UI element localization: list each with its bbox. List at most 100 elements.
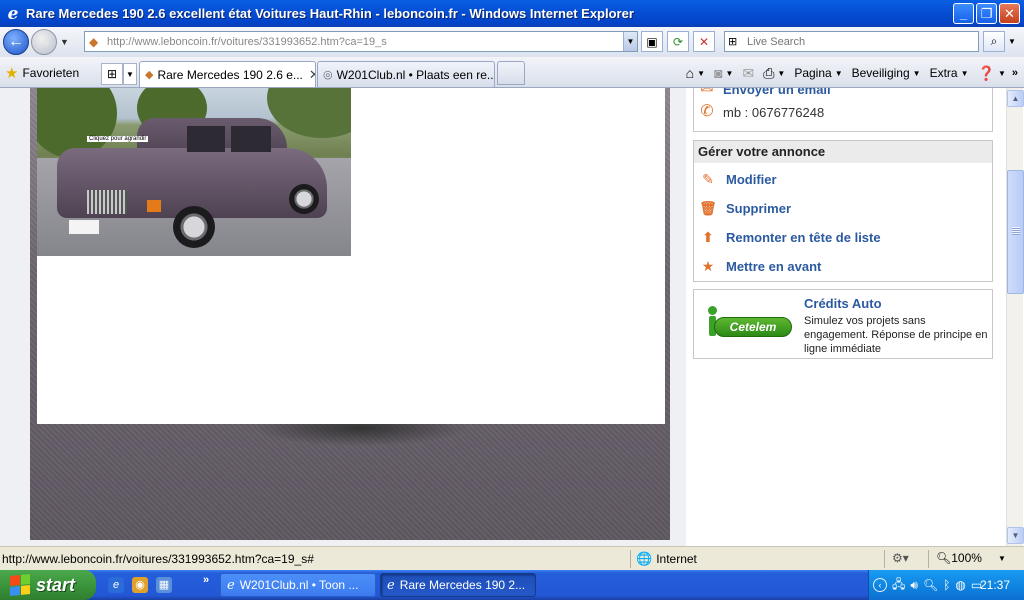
modify-link[interactable]: ✎ Modifier xyxy=(699,170,777,188)
delete-label: Supprimer xyxy=(726,200,792,216)
address-dropdown-button[interactable]: ▼ xyxy=(623,32,637,51)
car-photo[interactable]: Cliquez pour agrandir xyxy=(37,88,351,256)
security-zone[interactable]: 🌐 Internet xyxy=(636,551,697,567)
tab-leboncoin[interactable]: ◆ Rare Mercedes 190 2.6 e... ✕ xyxy=(139,61,316,87)
security-menu-label: Beveiliging xyxy=(851,66,910,80)
close-tab-icon[interactable]: ✕ xyxy=(309,67,315,83)
modify-label: Modifier xyxy=(726,171,777,187)
wheel-shape xyxy=(173,206,215,248)
cetelem-logo-text: Cetelem xyxy=(714,317,792,337)
manage-ad-title: Gérer votre annonce xyxy=(694,141,992,163)
volume-icon[interactable]: 🔊︎ xyxy=(910,578,918,593)
phone-number: ✆ mb : 0676776248 xyxy=(697,102,824,122)
close-button[interactable]: ✕ xyxy=(999,3,1020,24)
compatibility-icon[interactable]: ▣ xyxy=(641,31,663,52)
show-hidden-icons-button[interactable]: ‹ xyxy=(873,578,887,592)
search-icon[interactable]: 🔍︎ xyxy=(923,578,938,592)
network-icon[interactable]: 🖧 xyxy=(892,575,905,596)
history-dropdown-button[interactable]: ▼ xyxy=(60,37,72,47)
bump-to-top-label: Remonter en tête de liste xyxy=(726,229,881,245)
scroll-thumb[interactable] xyxy=(1007,170,1024,294)
live-search-icon: ⊞ xyxy=(728,36,738,48)
scroll-up-button[interactable]: ▲ xyxy=(1007,90,1024,107)
taskbar: start e ◉ ▦ » e W201Club.nl • Toon ... e… xyxy=(0,570,1024,600)
ad-sidebar: ✉ Envoyer un email ✆ mb : 0676776248 Gér… xyxy=(686,88,1006,546)
favorites-label: Favorieten xyxy=(22,66,80,80)
site-favicon-icon: ◆ xyxy=(145,69,154,81)
feeds-button[interactable]: ◙ ▼ xyxy=(714,65,733,81)
tab-label: Rare Mercedes 190 2.6 e... xyxy=(157,67,303,82)
mail-button[interactable]: ✉ xyxy=(742,65,754,82)
taskbar-item-label: Rare Mercedes 190 2... xyxy=(399,578,526,592)
star-icon: ★ xyxy=(701,258,715,274)
tab-w201club[interactable]: ◎ W201Club.nl • Plaats een re... xyxy=(317,61,495,87)
credit-title-link[interactable]: Crédits Auto xyxy=(804,296,882,311)
search-box[interactable]: ⊞ xyxy=(724,31,979,52)
cetelem-logo: Cetelem xyxy=(702,306,794,344)
stop-button[interactable]: ✕ xyxy=(693,31,715,52)
quick-tabs-button[interactable]: ⊞ xyxy=(101,63,123,85)
bluetooth-icon[interactable]: ᛒ xyxy=(943,578,950,592)
command-bar: ⌂ ▼ ◙ ▼ ✉ ⎙ ▼ Pagina ▼ Beveiliging ▼ Extra ▼ ❓… xyxy=(677,63,1018,83)
favorites-button[interactable]: ★ Favorieten xyxy=(5,64,79,82)
bump-to-top-link[interactable]: ⬆ Remonter en tête de liste xyxy=(699,228,881,246)
zone-label: Internet xyxy=(656,552,697,566)
credit-description: Simulez vos projets sans engagement. Rép… xyxy=(804,315,988,355)
quicklaunch-ie-icon[interactable]: e xyxy=(108,577,124,593)
protected-mode-icon[interactable]: ⚙▾ xyxy=(892,551,909,565)
credit-ad-box[interactable]: Cetelem Crédits Auto Simulez vos projets… xyxy=(693,289,993,359)
address-bar[interactable]: ◆ ▼ xyxy=(84,31,638,52)
help-button[interactable]: ❓ ▼ xyxy=(978,65,1006,82)
address-toolbar: ← → ▼ ◆ ▼ ▣ ⟳ ✕ ⊞ ⌕ ▼ xyxy=(0,27,1024,57)
page-menu[interactable]: Pagina ▼ xyxy=(794,66,842,80)
zoom-dropdown-icon: ▼ xyxy=(997,553,1006,563)
url-input[interactable] xyxy=(107,35,623,48)
send-email-label: Envoyer un email xyxy=(723,88,831,97)
maximize-button[interactable]: ❐ xyxy=(976,3,997,24)
license-plate-shape xyxy=(69,220,99,234)
home-button[interactable]: ⌂ ▼ xyxy=(686,65,705,81)
taskbar-item-w201club[interactable]: e W201Club.nl • Toon ... xyxy=(220,573,376,597)
search-options-dropdown[interactable]: ▼ xyxy=(1005,31,1019,52)
internet-explorer-icon: e xyxy=(7,3,19,24)
status-text: http://www.leboncoin.fr/voitures/3319936… xyxy=(2,552,314,566)
delete-link[interactable]: 🗑 Supprimer xyxy=(699,199,791,217)
minimize-button[interactable]: _ xyxy=(953,3,974,24)
extra-menu-label: Extra xyxy=(929,66,958,80)
back-button[interactable]: ← xyxy=(3,29,29,55)
quicklaunch-more-button[interactable]: » xyxy=(203,574,209,586)
quicklaunch-media-icon[interactable]: ◉ xyxy=(132,577,148,593)
more-commands-button[interactable]: » xyxy=(1012,67,1018,79)
printer-icon: ⎙ xyxy=(763,64,775,81)
quicklaunch-desktop-icon[interactable]: ▦ xyxy=(156,577,172,593)
updates-icon[interactable]: ◍ xyxy=(955,578,965,592)
scroll-down-button[interactable]: ▼ xyxy=(1007,527,1024,544)
search-button[interactable]: ⌕ xyxy=(983,31,1005,52)
forward-button[interactable]: → xyxy=(31,29,57,55)
extra-menu[interactable]: Extra ▼ xyxy=(930,66,969,80)
feature-ad-label: Mettre en avant xyxy=(726,258,822,274)
phone-icon: ✆ xyxy=(700,103,714,120)
tab-bar: ★ Favorieten ⊞ ▼ ◆ Rare Mercedes 190 2.6… xyxy=(0,57,1024,88)
tab-list-button[interactable]: ▼ xyxy=(123,63,137,85)
security-menu[interactable]: Beveiliging ▼ xyxy=(852,66,921,80)
pencil-icon: ✎ xyxy=(702,171,714,187)
vertical-scrollbar[interactable]: ▲ ▼ xyxy=(1006,88,1024,546)
new-tab-button[interactable] xyxy=(497,61,525,85)
feature-ad-link[interactable]: ★ Mettre en avant xyxy=(699,257,822,275)
send-email-link[interactable]: ✉ Envoyer un email xyxy=(697,88,831,99)
phone-label: mb : 0676776248 xyxy=(723,104,825,120)
taskbar-item-leboncoin[interactable]: e Rare Mercedes 190 2... xyxy=(380,573,536,597)
start-button[interactable]: start xyxy=(0,570,96,600)
car-window-shape xyxy=(231,126,271,152)
help-icon: ❓ xyxy=(977,64,995,81)
zoom-control[interactable]: 🔍︎ 100% ▼ xyxy=(936,551,1006,565)
wheel-shape xyxy=(289,184,319,214)
print-button[interactable]: ⎙ ▼ xyxy=(763,65,785,82)
search-input[interactable] xyxy=(747,35,978,48)
contact-box: ✉ Envoyer un email ✆ mb : 0676776248 xyxy=(693,88,993,132)
clock[interactable]: 21:37 xyxy=(980,578,1010,592)
title-bar[interactable]: e Rare Mercedes 190 2.6 excellent état V… xyxy=(0,0,1024,27)
car-lamp-shape xyxy=(147,200,161,212)
refresh-button[interactable]: ⟳ xyxy=(667,31,689,52)
